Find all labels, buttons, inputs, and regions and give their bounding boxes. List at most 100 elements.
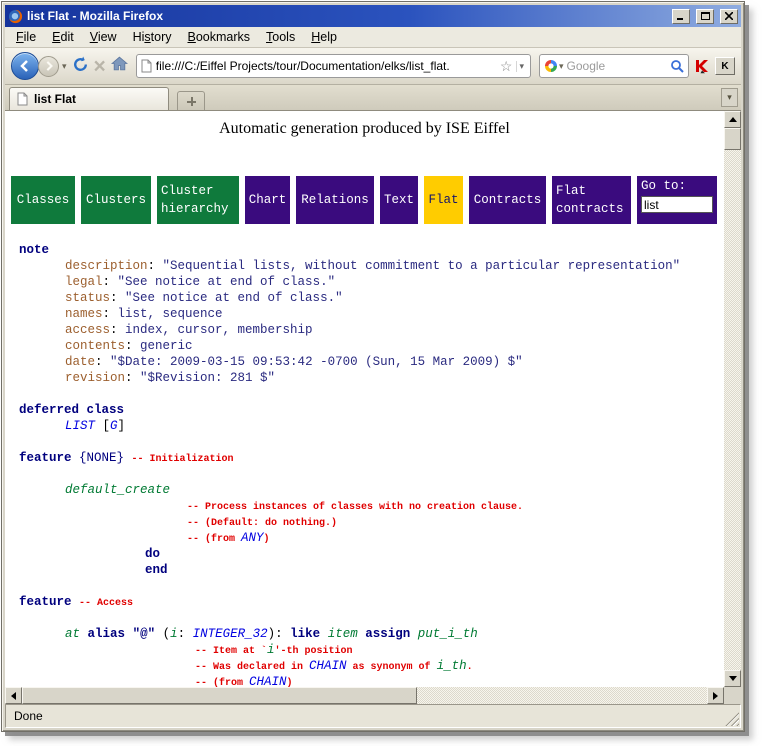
nav-button-contracts[interactable]: Contracts <box>469 176 546 224</box>
code-token <box>320 627 328 641</box>
minimize-button[interactable] <box>672 9 690 24</box>
code-token: : <box>178 627 193 641</box>
tab-page-icon <box>17 92 28 106</box>
new-tab-button[interactable] <box>177 91 205 110</box>
nav-button-clusters[interactable]: Clusters <box>81 176 151 224</box>
arrow-up-icon <box>729 117 737 122</box>
home-icon <box>111 56 128 71</box>
scroll-down-button[interactable] <box>724 670 741 687</box>
class-link[interactable]: CHAIN <box>249 675 287 687</box>
status-text: Done <box>14 709 43 723</box>
code-line: names: list, sequence <box>5 306 724 322</box>
maximize-button[interactable] <box>696 9 714 24</box>
code-line <box>5 610 724 626</box>
horizontal-scroll-thumb[interactable] <box>22 687 417 704</box>
code-token: note <box>19 243 49 257</box>
url-dropdown-icon[interactable]: ▾ <box>516 61 526 72</box>
code-token: generic <box>140 339 193 353</box>
code-line: -- (from ANY) <box>5 530 724 546</box>
code-line: at alias "@" (i: INTEGER_32): like item … <box>5 626 724 642</box>
code-token: ) <box>264 534 270 545</box>
arrow-left-icon <box>11 692 16 700</box>
k-extension-button[interactable]: K <box>715 57 735 75</box>
tab-label: list Flat <box>34 92 76 106</box>
nav-button-cluster-hierarchy[interactable]: Cluster hierarchy <box>157 176 239 224</box>
back-button[interactable] <box>11 52 39 80</box>
refresh-button[interactable] <box>72 56 89 77</box>
menu-item-bookmarks[interactable]: Bookmarks <box>181 28 258 46</box>
vertical-scrollbar[interactable] <box>724 111 741 687</box>
class-link[interactable]: ANY <box>241 531 264 545</box>
code-token: status <box>65 291 110 305</box>
kaspersky-icon[interactable] <box>694 58 710 74</box>
code-line: do <box>5 546 724 562</box>
code-token: "See notice at end of class." <box>125 291 343 305</box>
nav-button-chart[interactable]: Chart <box>245 176 290 224</box>
bookmark-star-icon[interactable]: ☆ <box>500 59 513 73</box>
code-token: list, sequence <box>118 307 223 321</box>
scroll-up-button[interactable] <box>724 111 741 128</box>
menu-item-edit[interactable]: Edit <box>45 28 81 46</box>
url-bar[interactable]: file:///C:/Eiffel Projects/tour/Document… <box>136 54 531 78</box>
nav-button-relations[interactable]: Relations <box>296 176 374 224</box>
scroll-left-button[interactable] <box>5 687 22 704</box>
nav-button-classes[interactable]: Classes <box>11 176 75 224</box>
resize-grip[interactable] <box>725 712 739 726</box>
class-link[interactable]: G <box>110 419 118 433</box>
url-text[interactable]: file:///C:/Eiffel Projects/tour/Document… <box>156 59 496 73</box>
menu-item-history[interactable]: History <box>126 28 179 46</box>
code-token <box>80 627 88 641</box>
code-token: {NONE} <box>72 451 132 465</box>
nav-button-flat-contracts[interactable]: Flat contracts <box>552 176 631 224</box>
code-token: -- (from <box>195 678 249 687</box>
code-line: -- Process instances of classes with no … <box>5 498 724 514</box>
code-token: "$Revision: 281 $" <box>140 371 275 385</box>
search-engine-dropdown-icon[interactable]: ▾ <box>559 61 564 72</box>
menu-item-tools[interactable]: Tools <box>259 28 302 46</box>
code-token: [ <box>95 419 110 433</box>
code-line: deferred class <box>5 402 724 418</box>
code-line: legal: "See notice at end of class." <box>5 274 724 290</box>
nav-button-text[interactable]: Text <box>380 176 418 224</box>
title-bar[interactable]: list Flat - Mozilla Firefox <box>5 5 741 27</box>
goto-input[interactable] <box>641 196 713 213</box>
code-token: : <box>95 355 110 369</box>
vertical-scroll-thumb[interactable] <box>724 128 741 150</box>
class-link[interactable]: CHAIN <box>309 659 347 673</box>
code-line: end <box>5 562 724 578</box>
class-link[interactable]: INTEGER_32 <box>193 627 268 641</box>
tab-list-button[interactable]: ▾ <box>721 88 738 107</box>
code-line: -- (Default: do nothing.) <box>5 514 724 530</box>
search-icon[interactable] <box>670 59 684 73</box>
menu-item-view[interactable]: View <box>83 28 124 46</box>
code-token: "$Date: 2009-03-15 09:53:42 -0700 (Sun, … <box>110 355 523 369</box>
menu-item-file[interactable]: File <box>9 28 43 46</box>
class-link[interactable]: LIST <box>65 419 95 433</box>
maximize-icon <box>701 12 710 20</box>
code-token: -- (Default: do nothing.) <box>187 518 337 529</box>
close-button[interactable] <box>720 9 738 24</box>
forward-button[interactable] <box>38 56 59 77</box>
code-line: note <box>5 242 724 258</box>
arrow-down-icon <box>729 676 737 681</box>
home-button[interactable] <box>111 56 128 76</box>
stop-button[interactable]: × <box>94 57 106 76</box>
code-line: feature -- Access <box>5 594 724 610</box>
goto-label: Go to: <box>641 179 713 193</box>
code-token: -- Item at ` <box>195 646 267 657</box>
menu-item-help[interactable]: Help <box>304 28 344 46</box>
code-token: : <box>125 371 140 385</box>
code-line <box>5 466 724 482</box>
code-token: default_create <box>65 483 170 497</box>
scroll-right-button[interactable] <box>707 687 724 704</box>
nav-button-flat[interactable]: Flat <box>424 176 463 224</box>
horizontal-scrollbar[interactable] <box>5 687 724 704</box>
close-icon <box>725 12 733 20</box>
chevron-down-icon: ▾ <box>727 92 732 103</box>
search-input[interactable]: Google <box>567 59 667 73</box>
search-box[interactable]: ▾ Google <box>539 54 689 78</box>
minimize-icon <box>677 13 685 20</box>
code-token: revision <box>65 371 125 385</box>
history-dropdown-icon[interactable]: ▾ <box>62 61 67 72</box>
tab-list-flat[interactable]: list Flat <box>9 87 169 110</box>
